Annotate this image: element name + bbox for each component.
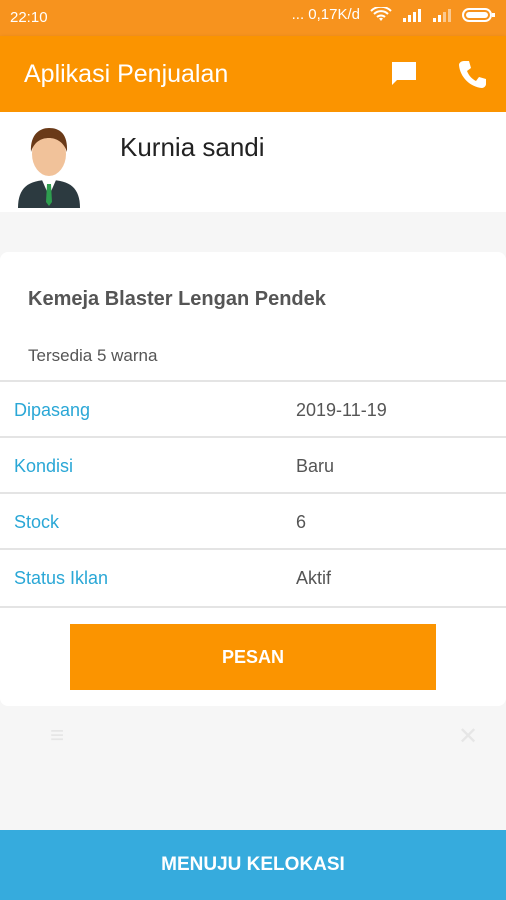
battery-icon [462,7,495,22]
detail-value: Aktif [296,568,332,588]
seller-name: Kurnia sandi [120,132,265,162]
detail-row-kondisi: Kondisi Baru [0,436,506,494]
product-title: Kemeja Blaster Lengan Pendek [28,288,326,310]
detail-label: Dipasang [14,400,91,420]
signal-icon-2 [433,8,451,22]
product-card: Kemeja Blaster Lengan Pendek Tersedia 5 … [0,252,506,706]
status-icons: ... 0,17K/d [292,6,496,23]
order-button[interactable]: PESAN [70,624,436,690]
detail-value: Baru [296,456,335,476]
app-title: Aplikasi Penjualan [24,60,229,88]
signal-icon [403,8,421,22]
seller-profile: Kurnia sandi [0,112,506,212]
detail-row-status-iklan: Status Iklan Aktif [0,548,506,608]
detail-value: 6 [296,512,307,532]
detail-value: 2019-11-19 [296,400,387,420]
wifi-icon [370,6,392,21]
faded-menu-icon: ≡ [50,722,65,749]
network-speed: ... 0,17K/d [291,6,360,23]
chat-icon[interactable] [388,58,420,90]
person-avatar-icon [18,128,80,208]
detail-row-stock: Stock 6 [0,492,506,550]
status-time: 22:10 [10,9,48,26]
detail-label: Stock [14,512,60,532]
go-to-location-button[interactable]: MENUJU KELOKASI [0,830,506,900]
app-bar: Aplikasi Penjualan [0,36,506,112]
detail-label: Status Iklan [14,568,109,588]
detail-label: Kondisi [14,456,74,476]
detail-row-dipasang: Dipasang 2019-11-19 [0,380,506,438]
product-description: Tersedia 5 warna [28,346,158,365]
status-bar: 22:10 ... 0,17K/d [0,0,506,36]
phone-icon[interactable] [456,58,488,90]
faded-close-icon: ✕ [458,723,479,750]
